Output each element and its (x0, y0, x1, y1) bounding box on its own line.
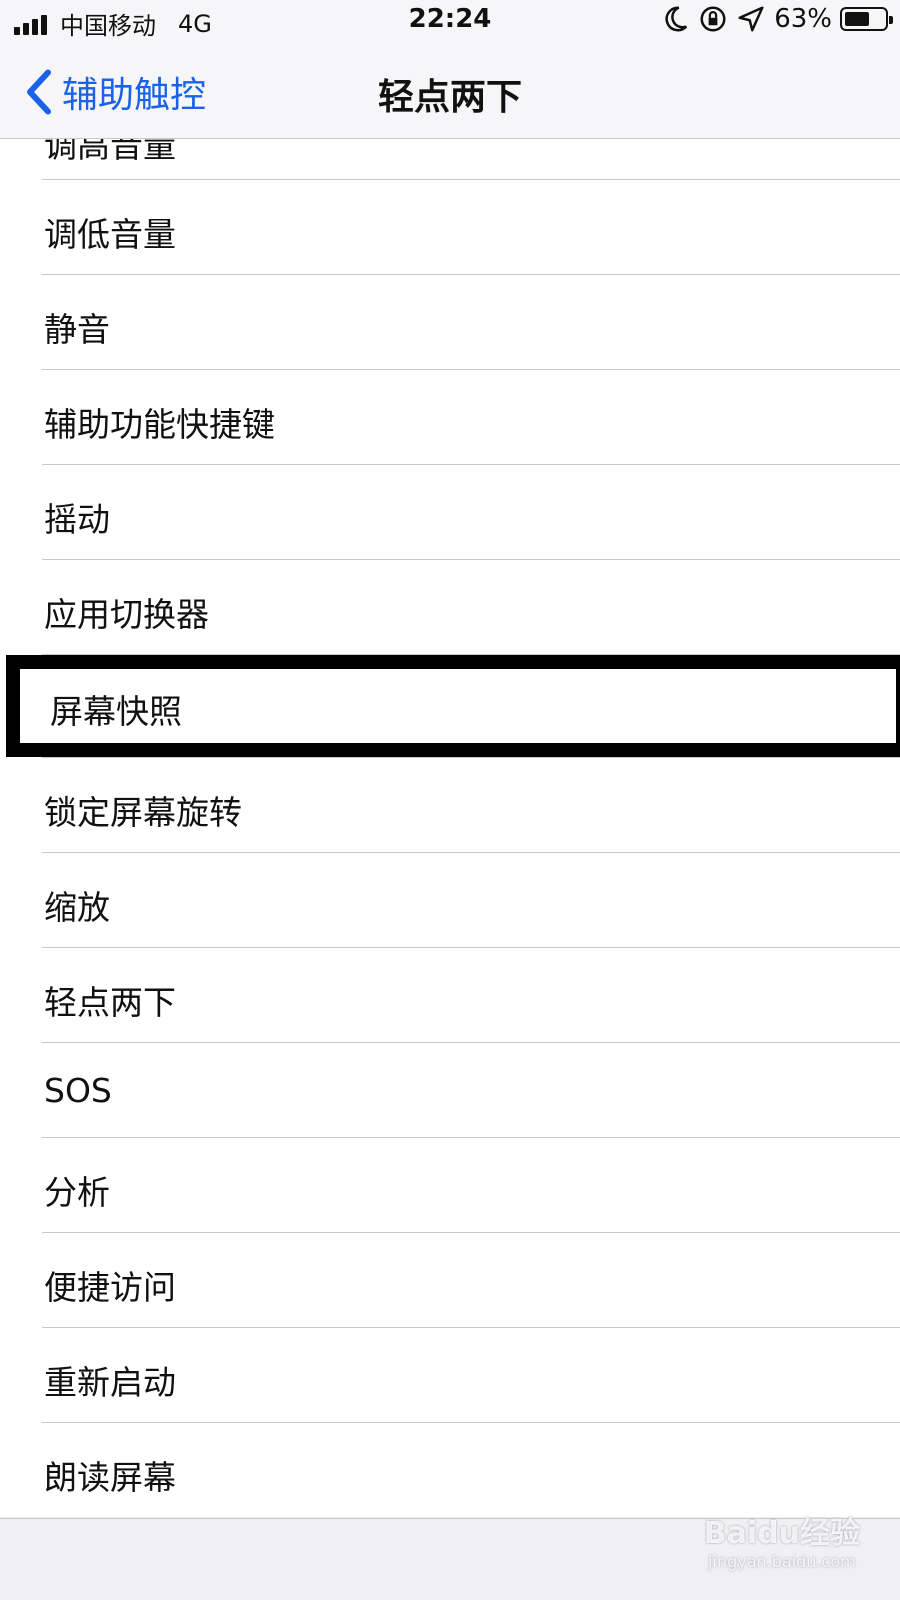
phone-screen: 中国移动 4G 22:24 63% 辅助触控 轻点两下 调高音量 调低音量 静音… (0, 0, 900, 1600)
list-item[interactable]: 调低音量 (0, 180, 900, 274)
list-item-label: 调高音量 (44, 139, 176, 165)
list-item-label: 朗读屏幕 (44, 1458, 176, 1497)
list-item-label: 缩放 (44, 888, 110, 927)
list-item[interactable]: 分析 (0, 1138, 900, 1232)
status-right: 63% (660, 4, 893, 34)
list-item[interactable]: 朗读屏幕 (0, 1423, 900, 1517)
action-list: 调高音量 调低音量静音辅助功能快捷键 摇动应用切换器屏幕快照锁定屏幕旋转 缩放轻点两… (0, 139, 900, 1517)
list-item[interactable]: 屏幕快照 (6, 655, 900, 757)
list-item[interactable]: 轻点两下 (0, 948, 900, 1042)
list-item-label: 锁定屏幕旋转 (44, 793, 242, 832)
list-item[interactable]: 静音 (0, 275, 900, 369)
list-item-label: 屏幕快照 (50, 692, 182, 731)
battery-fill (845, 12, 869, 26)
battery-nub (889, 16, 893, 24)
list-item[interactable]: 锁定屏幕旋转 (0, 758, 900, 852)
list-item[interactable]: 缩放 (0, 853, 900, 947)
list-item-label: 应用切换器 (44, 595, 209, 634)
list-item[interactable]: 应用切换器 (0, 560, 900, 654)
list-item-label: 分析 (44, 1173, 110, 1212)
list-item[interactable]: SOS (0, 1043, 900, 1137)
page-title: 轻点两下 (377, 77, 522, 118)
location-icon (738, 6, 764, 32)
list-item-label: 重新启动 (44, 1363, 176, 1402)
list-item[interactable]: 便捷访问 (0, 1233, 900, 1327)
watermark-url: jingyan.baidu.com (708, 1552, 856, 1571)
watermark-logo: Baidu经验 (703, 1516, 860, 1551)
list-item[interactable]: 重新启动 (0, 1328, 900, 1422)
list-item-label: 辅助功能快捷键 (44, 405, 275, 444)
battery-percent: 63% (774, 4, 832, 34)
list-item-partial[interactable]: 调高音量 (0, 139, 900, 179)
status-bar: 中国移动 4G 22:24 63% (0, 0, 900, 44)
list-item-label: 轻点两下 (44, 983, 176, 1022)
watermark: Baidu经验 jingyan.baidu.com (704, 1508, 860, 1571)
list-item-label: 摇动 (44, 500, 110, 539)
navigation-bar: 辅助触控 轻点两下 (0, 44, 900, 139)
list-item-label: 便捷访问 (44, 1268, 176, 1307)
moon-icon (665, 6, 688, 32)
list-item-label: 静音 (44, 310, 110, 349)
list-item-label: 调低音量 (44, 215, 176, 254)
list-item[interactable]: 摇动 (0, 465, 900, 559)
list-item-label: SOS (44, 1071, 112, 1110)
list-body: 调低音量静音辅助功能快捷键 摇动应用切换器屏幕快照锁定屏幕旋转 缩放轻点两下 SOS 分… (0, 180, 900, 1517)
rotation-lock-icon (700, 6, 726, 32)
list-item[interactable]: 辅助功能快捷键 (0, 370, 900, 464)
battery-icon (840, 7, 893, 31)
